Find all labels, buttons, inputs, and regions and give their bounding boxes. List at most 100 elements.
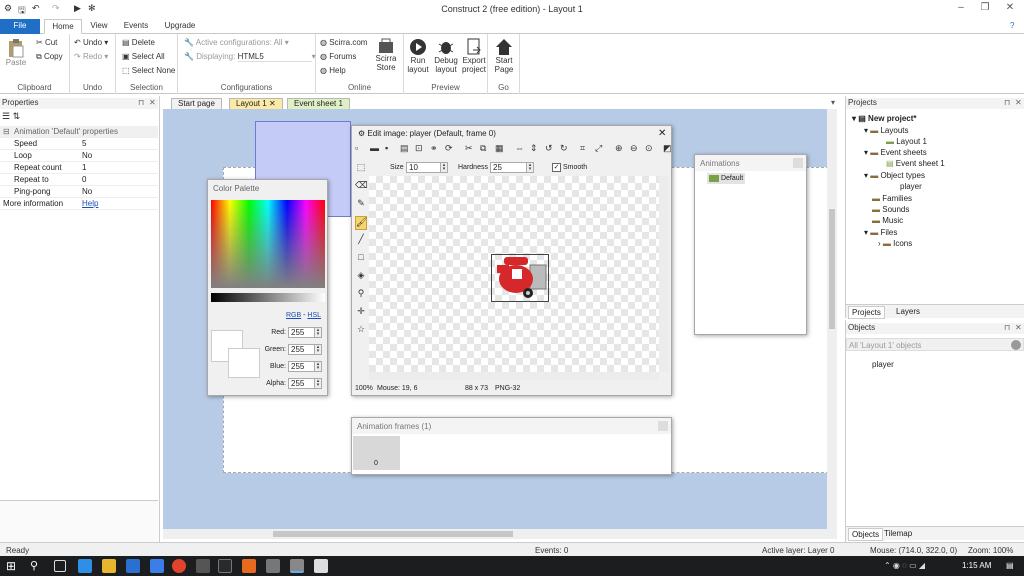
tab-upgrade[interactable]: Upgrade [160,19,200,34]
frame-thumb[interactable]: 0 [353,436,400,470]
close-panel-icon[interactable]: ✕ [1015,98,1022,107]
delete-button[interactable]: ▤ Delete [122,38,155,47]
property-row[interactable]: Speed 5 [0,138,158,150]
eraser-icon[interactable]: ⌫ [355,180,368,194]
property-section[interactable]: ⊟ Animation 'Default' properties [0,126,158,138]
property-value[interactable]: 5 [82,138,86,150]
canvas-hscroll[interactable] [369,372,659,380]
redo-button[interactable]: ↷ Redo ▾ [74,52,108,61]
collision-polygon-icon[interactable]: ☆ [355,324,367,338]
tree-families[interactable]: ▬ Families [872,194,912,203]
animations-menu-icon[interactable] [793,158,803,168]
store-taskbar-icon[interactable] [126,559,140,573]
undo-button[interactable]: ↶ Undo ▾ [74,38,108,47]
object-item-player[interactable]: player [872,360,894,369]
export-project-button[interactable]: Export project [460,38,488,74]
select-icon[interactable]: ⬚ [355,162,367,176]
tab-view[interactable]: View [84,19,114,34]
scirra-link[interactable]: ◍ Scirra.com [320,38,367,47]
tab-layers[interactable]: Layers [896,307,920,316]
pin-icon[interactable]: ⊓ [138,98,144,107]
start-page-button[interactable]: Start Page [490,38,518,74]
hardness-input[interactable]: 25 ▴ ▾ [490,162,534,173]
objects-filter[interactable]: All 'Layout 1' objects [846,338,1024,351]
origin-icon[interactable]: ✛ [355,306,367,320]
displaying-select[interactable]: 🔧 Displaying: HTML5 ▾ [184,52,316,62]
flip-v-icon[interactable]: ⇕ [530,143,538,154]
frames-menu-icon[interactable] [658,421,668,431]
search-icon[interactable]: ⚲ [30,559,44,573]
help-link[interactable]: ◍ Help [320,66,346,75]
import-icon[interactable]: ▤ [400,143,409,154]
edit-image-icon[interactable]: ◩ [663,143,672,154]
tree-player[interactable]: player [900,182,922,191]
property-row[interactable]: Repeat to 0 [0,174,158,186]
tree-root[interactable]: ▾ ▤ New project* [852,114,917,123]
fill-icon[interactable]: ◈ [355,270,367,284]
rgb-link[interactable]: RGB [286,312,301,319]
close-icon[interactable]: ✕ [1003,2,1017,14]
property-value[interactable]: 1 [82,162,86,174]
red-input[interactable]: 255 ▴ ▾ [288,327,322,338]
app-icon-2[interactable] [218,559,232,573]
save-icon[interactable]: ▪ [385,143,388,153]
scirra-store-button[interactable]: Scirra Store [372,38,400,72]
rectangle-icon[interactable]: □ [355,252,367,266]
property-value[interactable]: No [82,150,92,162]
app-icon-3[interactable] [242,559,256,573]
property-row[interactable]: Loop No [0,150,158,162]
tree-layout-1[interactable]: ▬ Layout 1 [886,137,927,146]
tree-icons[interactable]: › ▬ Icons [878,239,912,248]
refresh-icon[interactable]: ⟳ [445,143,453,154]
tab-objects[interactable]: Objects [848,528,884,541]
resize-icon[interactable]: ⤢ [595,143,602,154]
tree-sounds[interactable]: ▬ Sounds [872,205,909,214]
blue-input[interactable]: 255 ▴ ▾ [288,361,322,372]
paste-button[interactable]: Paste [4,38,28,67]
filter-options-icon[interactable] [1011,340,1021,350]
ie-icon[interactable] [150,559,164,573]
vscroll-thumb[interactable] [829,209,835,329]
tab-file[interactable]: File [0,19,40,34]
windows-start-icon[interactable]: ⊞ [6,559,20,573]
tree-layouts[interactable]: ▾ ▬ Layouts [864,126,909,135]
zoom-in-icon[interactable]: ⊕ [615,143,623,154]
green-input[interactable]: 255 ▴ ▾ [288,344,322,355]
scroll-thumb[interactable] [273,531,513,537]
select-all-button[interactable]: ▣ Select All [122,52,165,61]
debug-layout-button[interactable]: Debug layout [432,38,460,74]
copy-icon[interactable]: ⧉ [480,143,486,154]
brightness-slider[interactable] [211,293,325,302]
pin-icon[interactable]: ⊓ [1004,323,1010,332]
notification-icon[interactable]: ▤ [1006,561,1014,570]
secondary-color-swatch[interactable] [228,348,260,378]
tree-event-sheet-1[interactable]: ▤ Event sheet 1 [886,159,945,168]
property-value[interactable]: 0 [82,174,86,186]
restore-icon[interactable]: ❐ [978,2,992,14]
animation-item-default[interactable]: Default [707,173,746,184]
close-dialog-icon[interactable]: ✕ [658,128,666,139]
vertical-scrollbar[interactable] [827,109,837,529]
paste-icon[interactable]: ▦ [495,143,504,154]
help-link[interactable]: Help [82,198,98,210]
tree-event-sheets[interactable]: ▾ ▬ Event sheets [864,148,927,157]
tab-layout-1[interactable]: Layout 1 ✕ [229,98,283,109]
tab-home[interactable]: Home [44,19,82,34]
property-row[interactable]: Ping-pong No [0,186,158,198]
close-tab-icon[interactable]: ✕ [269,99,276,108]
explorer-icon[interactable] [102,559,116,573]
tree-object-types[interactable]: ▾ ▬ Object types [864,171,925,180]
tab-event-sheet-1[interactable]: Event sheet 1 [287,98,350,109]
tab-start-page[interactable]: Start page [171,98,222,109]
tree-files[interactable]: ▾ ▬ Files [864,228,897,237]
color-picker-icon[interactable]: ⚲ [355,288,367,302]
tab-events[interactable]: Events [118,19,154,34]
smooth-checkbox[interactable]: ✓ [552,163,561,172]
line-icon[interactable]: ╱ [355,234,367,248]
canvas-vscroll[interactable] [659,176,669,372]
pencil-icon[interactable]: ✎ [355,198,367,212]
copy-button[interactable]: ⧉ Copy [36,52,63,62]
active-configurations-button[interactable]: 🔧 Active configurations: All ▾ [184,38,289,47]
property-row[interactable]: Repeat count 1 [0,162,158,174]
tree-music[interactable]: ▬ Music [872,216,903,225]
